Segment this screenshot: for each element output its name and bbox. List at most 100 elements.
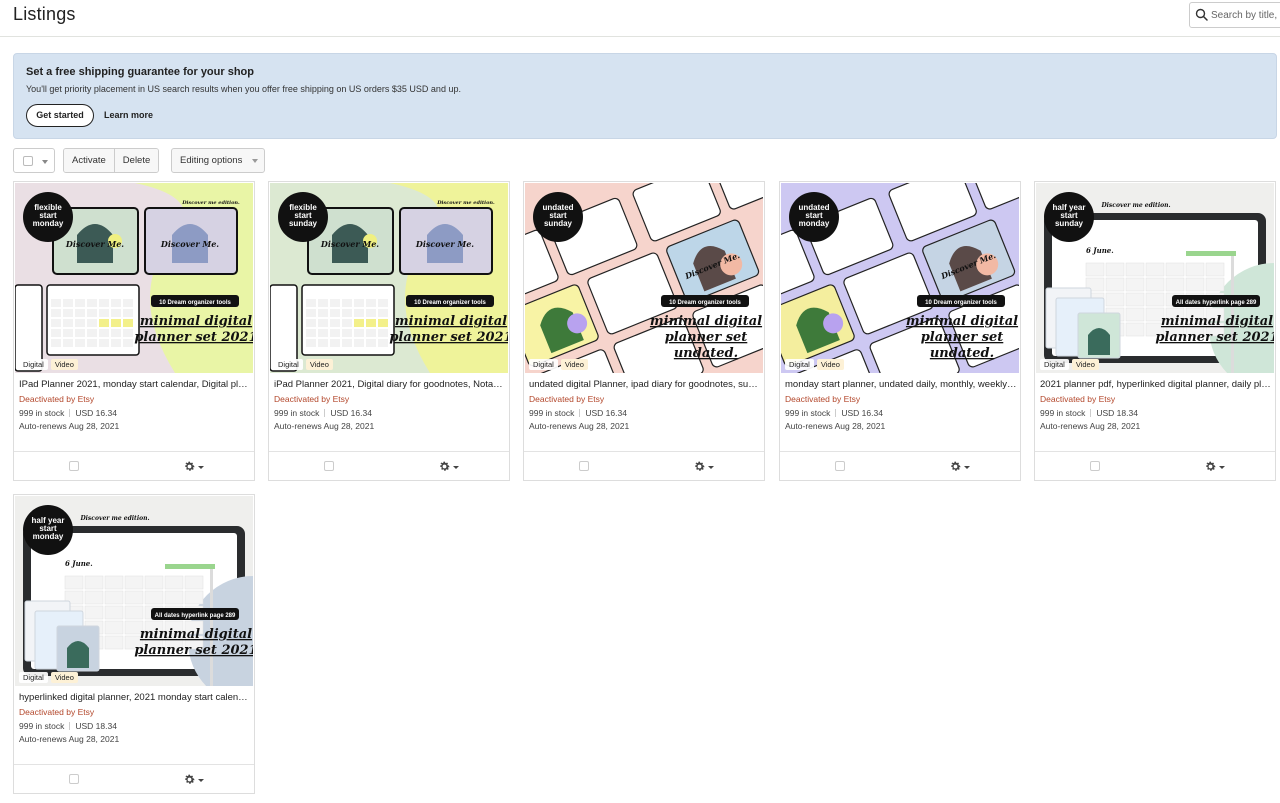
listing-title[interactable]: undated digital Planner, ipad diary for … (529, 379, 761, 390)
listing-checkbox[interactable] (579, 461, 589, 471)
listing-checkbox[interactable] (324, 461, 334, 471)
calendar-cell (306, 299, 316, 307)
listing-checkbox[interactable] (1090, 461, 1100, 471)
learn-more-link[interactable]: Learn more (104, 110, 153, 120)
digital-tag: Digital (19, 359, 48, 370)
stock-count: 999 in stock (19, 721, 65, 731)
calendar-cell (330, 309, 340, 317)
calendar-cell (184, 590, 204, 605)
listing-card[interactable]: Discover me edition. 6 June. All dates hyp… (1034, 181, 1276, 481)
listing-price: USD 18.34 (75, 721, 117, 731)
select-all-checkbox[interactable] (23, 156, 33, 166)
chevron-down-icon[interactable] (198, 779, 204, 782)
calendar-cell (1105, 292, 1125, 307)
listing-card-footer (524, 451, 764, 480)
pencil (210, 566, 213, 686)
gear-icon[interactable] (1204, 460, 1217, 473)
gear-icon[interactable] (183, 773, 196, 786)
listing-renewal: Auto-renews Aug 28, 2021 (19, 421, 120, 431)
listing-title[interactable]: IPad Planner 2021, monday start calendar… (19, 379, 251, 390)
listing-image[interactable]: Discover Me. Discover Me. Discover me edit… (270, 183, 508, 373)
search-box[interactable] (1189, 2, 1280, 28)
calendar-cell (104, 620, 124, 635)
listing-image[interactable]: Discover Me. 10 Dream organizer tools mini… (525, 183, 763, 373)
badge-text: monday (33, 219, 64, 228)
listing-renewal: Auto-renews Aug 28, 2021 (19, 734, 120, 744)
calendar-cell (354, 339, 364, 347)
delete-button[interactable]: Delete (113, 149, 159, 172)
stock-count: 999 in stock (1040, 408, 1086, 418)
calendar-cell (87, 339, 97, 347)
listing-card[interactable]: Discover Me. 10 Dream organizer tools mini… (779, 181, 1021, 481)
gear-icon[interactable] (949, 460, 962, 473)
listing-artwork: Discover me edition. 6 June. All dates hyp… (15, 496, 253, 686)
listing-price: USD 16.34 (841, 408, 883, 418)
chevron-down-icon[interactable] (453, 466, 459, 469)
date-text: 6 June. (65, 559, 93, 568)
gear-icon[interactable] (438, 460, 451, 473)
search-input[interactable] (1211, 6, 1280, 24)
calendar-cell (75, 309, 85, 317)
calendar-cell (111, 319, 121, 327)
listing-title[interactable]: monday start planner, undated daily, mon… (785, 379, 1017, 390)
chevron-down-icon[interactable] (1219, 466, 1225, 469)
listing-checkbox[interactable] (69, 774, 79, 784)
listing-card[interactable]: Discover Me. 10 Dream organizer tools mini… (523, 181, 765, 481)
listing-image[interactable]: Discover Me. Discover Me. Discover me edit… (15, 183, 253, 373)
activate-button[interactable]: Activate (64, 149, 114, 172)
calendar-cell (63, 329, 73, 337)
calendar-cell (306, 339, 316, 347)
chevron-down-icon (252, 159, 258, 163)
gear-icon[interactable] (183, 460, 196, 473)
listing-stock-price: 999 in stock USD 18.34 (19, 721, 117, 731)
promo-label: All dates hyperlink page 289 (1176, 300, 1257, 306)
listing-image[interactable]: Discover me edition. 6 June. All dates hyp… (15, 496, 253, 686)
listing-image[interactable]: Discover Me. 10 Dream organizer tools mini… (781, 183, 1019, 373)
calendar-cell (318, 339, 328, 347)
calendar-cell (63, 319, 73, 327)
listing-card-footer (14, 764, 254, 793)
listing-checkbox[interactable] (69, 461, 79, 471)
listing-card[interactable]: Discover Me. Discover Me. Discover me edit… (268, 181, 510, 481)
calendar-cell (378, 309, 388, 317)
calendar-cell (378, 339, 388, 347)
video-tag: Video (50, 359, 78, 370)
calendar-cell (330, 319, 340, 327)
chevron-down-icon[interactable] (964, 466, 970, 469)
listing-tags: Digital Video (19, 672, 78, 683)
calendar-cell (366, 329, 376, 337)
listing-status: Deactivated by Etsy (785, 394, 861, 404)
listing-stock-price: 999 in stock USD 16.34 (785, 408, 883, 418)
listing-title[interactable]: 2021 planner pdf, hyperlinked digital pl… (1040, 379, 1272, 390)
listing-artwork: Discover Me. Discover Me. Discover me edit… (270, 183, 508, 373)
calendar-cell (1105, 277, 1125, 292)
listing-card[interactable]: Discover me edition. 6 June. All dates hyp… (13, 494, 255, 794)
listing-image[interactable]: Discover me edition. 6 June. All dates hyp… (1036, 183, 1274, 373)
listing-status: Deactivated by Etsy (1040, 394, 1116, 404)
listing-artwork: Discover me edition. 6 June. All dates hyp… (1036, 183, 1274, 373)
listing-tags: Digital Video (785, 359, 844, 370)
calendar-cell (378, 329, 388, 337)
headline-line: planner set 2021 (134, 643, 253, 658)
calendar-cell (366, 299, 376, 307)
get-started-button[interactable]: Get started (26, 104, 94, 127)
select-all-dropdown[interactable] (13, 148, 55, 173)
calendar-cell (99, 309, 109, 317)
listing-card[interactable]: Discover Me. Discover Me. Discover me edit… (13, 181, 255, 481)
editing-options-dropdown[interactable]: Editing options (171, 148, 265, 173)
listing-checkbox[interactable] (835, 461, 845, 471)
listing-stock-price: 999 in stock USD 16.34 (529, 408, 627, 418)
listing-title[interactable]: iPad Planner 2021, Digital diary for goo… (274, 379, 506, 390)
gear-icon[interactable] (693, 460, 706, 473)
stock-count: 999 in stock (19, 408, 65, 418)
listing-title[interactable]: hyperlinked digital planner, 2021 monday… (19, 692, 251, 703)
calendar-cell (184, 575, 204, 590)
calendar-cell (123, 339, 133, 347)
video-tag: Video (305, 359, 333, 370)
calendar-cell (1125, 322, 1145, 337)
chevron-down-icon (42, 160, 48, 164)
calendar-cell (75, 339, 85, 347)
chevron-down-icon[interactable] (198, 466, 204, 469)
calendar-cell (75, 299, 85, 307)
chevron-down-icon[interactable] (708, 466, 714, 469)
